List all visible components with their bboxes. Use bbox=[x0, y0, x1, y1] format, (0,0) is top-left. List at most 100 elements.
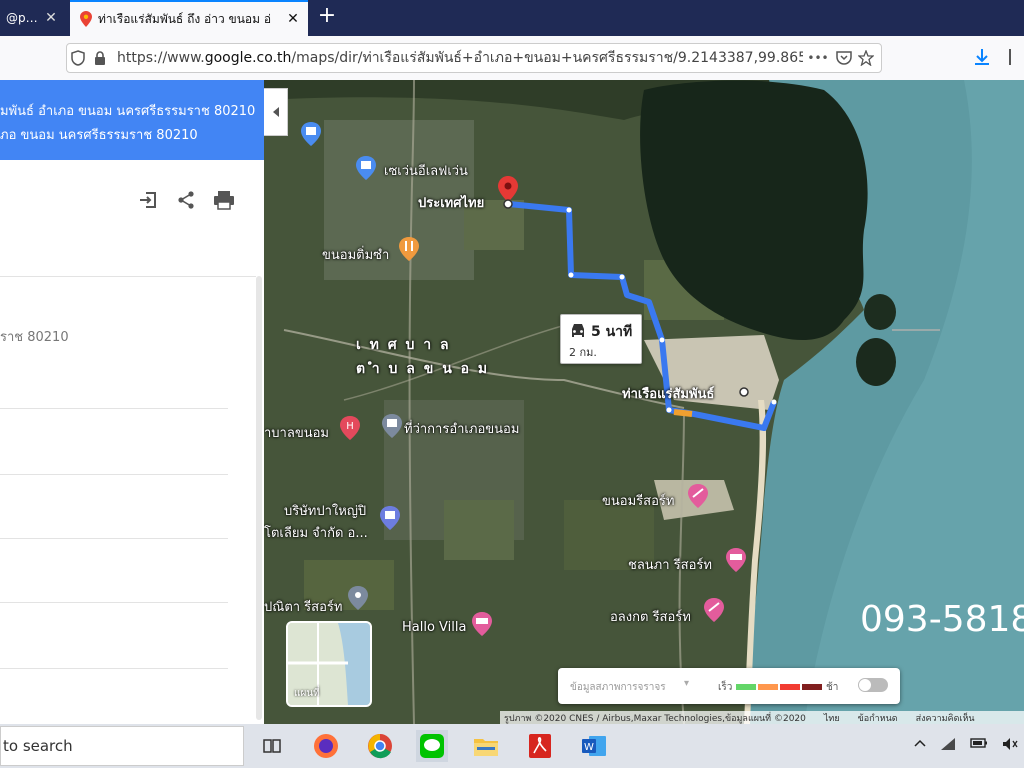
chevron-down-icon[interactable]: ▾ bbox=[684, 678, 689, 689]
map-label-municipality-line1: เ ท ศ บ า ล bbox=[356, 337, 451, 353]
tab-bar: @psu.a ✕ ท่าเรือแร่สัมพันธ์ ถึง อ่าว ขนอ… bbox=[0, 0, 1024, 36]
hotel-pin-icon[interactable] bbox=[726, 548, 746, 572]
line-app-icon[interactable] bbox=[416, 730, 448, 762]
close-tab-icon[interactable]: ✕ bbox=[284, 11, 302, 27]
terms-link[interactable]: ข้อกำหนด bbox=[858, 711, 898, 724]
traffic-color-bar bbox=[736, 684, 756, 690]
directions-panel: มพันธ์ อำเภอ ขนอม นครศรีธรรมราช 80210 ภอ… bbox=[0, 80, 264, 724]
file-explorer-icon[interactable] bbox=[470, 730, 502, 762]
route-duration: 5 นาที bbox=[591, 324, 633, 340]
map-label-pier[interactable]: ท่าเรือแร่สัมพันธ์ bbox=[622, 383, 714, 404]
map-label-thailand[interactable]: ประเทศไทย bbox=[418, 192, 484, 213]
map-label-hallo-villa[interactable]: Hallo Villa bbox=[402, 620, 466, 635]
divider bbox=[0, 668, 228, 669]
system-tray bbox=[914, 737, 1018, 755]
acrobat-icon[interactable] bbox=[524, 730, 556, 762]
phone-watermark: 093-5818 bbox=[860, 599, 1024, 640]
bookmark-star-icon[interactable] bbox=[855, 47, 877, 69]
close-tab-icon[interactable]: ✕ bbox=[42, 10, 60, 26]
sign-in-icon[interactable] bbox=[136, 188, 160, 212]
map-label-chonnapa-resort[interactable]: ชลนภา รีสอร์ท bbox=[628, 554, 712, 575]
speaker-icon[interactable] bbox=[1002, 737, 1018, 755]
address-snippet: ราช 80210 bbox=[0, 330, 69, 345]
company-pin-icon[interactable] bbox=[380, 506, 400, 530]
shield-icon[interactable] bbox=[67, 47, 89, 69]
svg-text:H: H bbox=[346, 421, 354, 432]
resort-pin-icon[interactable] bbox=[348, 586, 368, 610]
resort-pin-icon[interactable] bbox=[704, 598, 724, 622]
map-label-district-office[interactable]: ที่ว่าการอำเภอขนอม bbox=[404, 418, 519, 439]
map-label-khanom-resort[interactable]: ขนอมรีสอร์ท bbox=[602, 490, 674, 511]
imagery-credit: รูปภาพ ©2020 CNES / Airbus,Maxar Technol… bbox=[504, 714, 806, 724]
map-type-toggle[interactable]: แผนที่ bbox=[286, 621, 372, 707]
panel-tools bbox=[136, 188, 236, 212]
lock-icon[interactable] bbox=[89, 47, 111, 69]
traffic-info-label[interactable]: ข้อมูลสภาพการจราจร bbox=[570, 680, 666, 695]
address-bar[interactable]: https://www.google.co.th/maps/dir/ท่าเรื… bbox=[66, 43, 882, 73]
tab-google-maps[interactable]: ท่าเรือแร่สัมพันธ์ ถึง อ่าว ขนอม อ่ ✕ bbox=[70, 0, 308, 36]
task-view-icon[interactable] bbox=[256, 730, 288, 762]
traffic-slow-label: ช้า bbox=[826, 682, 839, 693]
taskbar-search-input[interactable]: to search bbox=[0, 726, 244, 766]
panel-scrollbar[interactable] bbox=[256, 276, 262, 720]
divider bbox=[0, 602, 228, 603]
tab-email[interactable]: @psu.a ✕ bbox=[0, 0, 66, 36]
government-pin-icon[interactable] bbox=[382, 414, 402, 438]
url-path: /maps/dir/ท่าเรือแร่สัมพันธ์+อำเภอ+ขนอม+… bbox=[291, 50, 803, 66]
map-label-company-line2[interactable]: โตเลียม จำกัด อ... bbox=[264, 522, 368, 543]
traffic-legend[interactable]: ข้อมูลสภาพการจราจร ▾ เร็ว ช้า bbox=[558, 668, 900, 704]
map-label-hospital[interactable]: าบาลขนอม bbox=[264, 422, 329, 443]
restaurant-pin-icon[interactable] bbox=[399, 237, 419, 261]
feedback-link[interactable]: ส่งความคิดเห็น bbox=[916, 711, 975, 724]
word-icon[interactable]: W bbox=[578, 730, 610, 762]
chevron-up-icon[interactable] bbox=[914, 737, 926, 755]
map-type-label: แผนที่ bbox=[294, 688, 320, 699]
svg-text:W: W bbox=[584, 742, 594, 753]
firefox-icon[interactable] bbox=[310, 730, 342, 762]
wifi-icon[interactable] bbox=[940, 737, 956, 755]
traffic-toggle[interactable] bbox=[858, 678, 888, 692]
map-label-khanom-dimsum[interactable]: ขนอมติ่มซำ bbox=[322, 244, 389, 265]
new-tab-button[interactable]: + bbox=[316, 5, 338, 29]
store-pin-icon[interactable] bbox=[356, 156, 376, 180]
language-link[interactable]: ไทย bbox=[824, 711, 840, 724]
origin-text[interactable]: มพันธ์ อำเภอ ขนอม นครศรีธรรมราช 80210 bbox=[0, 100, 255, 121]
download-icon[interactable] bbox=[974, 48, 990, 70]
map-label-municipality-line2: ต ำ บ ล ข น อ ม bbox=[356, 361, 490, 377]
traffic-color-bar bbox=[780, 684, 800, 690]
pocket-icon[interactable] bbox=[833, 47, 855, 69]
share-icon[interactable] bbox=[174, 188, 198, 212]
traffic-color-bar bbox=[802, 684, 822, 690]
hospital-pin-icon[interactable]: H bbox=[340, 416, 360, 440]
traffic-fast-label: เร็ว bbox=[718, 682, 733, 693]
route-distance: 2 กม. bbox=[569, 346, 597, 359]
car-icon bbox=[572, 324, 584, 337]
print-icon[interactable] bbox=[212, 188, 236, 212]
library-icon[interactable] bbox=[1008, 48, 1018, 70]
hotel-pin-icon[interactable] bbox=[472, 612, 492, 636]
divider bbox=[0, 474, 228, 475]
divider bbox=[0, 408, 228, 409]
url-text: https://www.google.co.th/maps/dir/ท่าเรื… bbox=[117, 47, 803, 69]
windows-taskbar: to search W bbox=[0, 724, 1024, 768]
chrome-icon[interactable] bbox=[364, 730, 396, 762]
tab-title: @psu.a bbox=[6, 11, 42, 25]
collapse-panel-button[interactable] bbox=[264, 88, 288, 136]
map-label-alongkot-resort[interactable]: อลงกต รีสอร์ท bbox=[610, 606, 691, 627]
page-actions-icon[interactable]: ••• bbox=[803, 47, 833, 69]
divider bbox=[0, 538, 228, 539]
map-label-pannita-resort[interactable]: ปณิตา รีสอร์ท bbox=[264, 596, 342, 617]
destination-text[interactable]: ภอ ขนอม นครศรีธรรมราช 80210 bbox=[0, 124, 198, 145]
tab-title: ท่าเรือแร่สัมพันธ์ ถึง อ่าว ขนอม อ่ bbox=[98, 11, 272, 26]
map-label-seven-eleven[interactable]: เซเว่นอีเลฟเว่น bbox=[384, 160, 468, 181]
battery-icon[interactable] bbox=[970, 737, 988, 755]
google-maps-favicon-icon bbox=[80, 11, 92, 27]
satellite-map[interactable]: เซเว่นอีเลฟเว่น ประเทศไทย ขนอมติ่มซำ เ ท… bbox=[264, 80, 1024, 724]
route-info-card[interactable]: 5 นาที 2 กม. bbox=[560, 314, 642, 364]
directions-header: มพันธ์ อำเภอ ขนอม นครศรีธรรมราช 80210 ภอ… bbox=[0, 80, 264, 160]
toolbar-right bbox=[974, 48, 1018, 70]
resort-pin-icon[interactable] bbox=[688, 484, 708, 508]
map-label-company-line1[interactable]: บริษัทปาใหญ่ปิ bbox=[284, 500, 366, 521]
divider bbox=[0, 276, 256, 277]
school-pin-icon[interactable] bbox=[301, 122, 321, 146]
